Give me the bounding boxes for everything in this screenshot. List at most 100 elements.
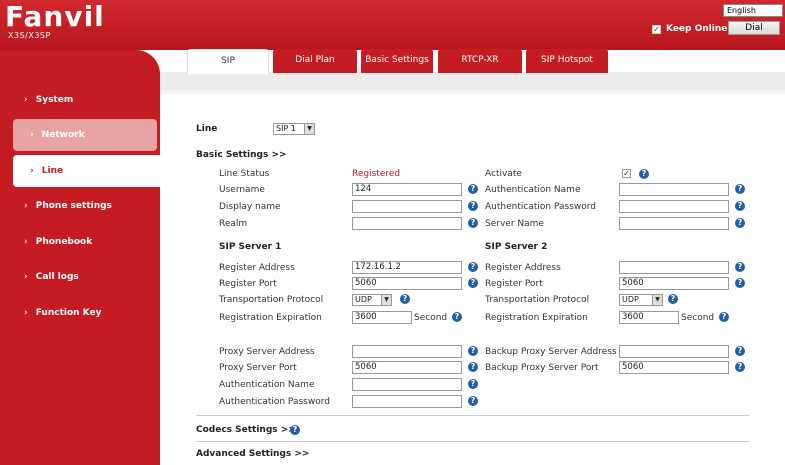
sidebar-item-phonebook[interactable]: › Phonebook (0, 226, 160, 258)
backup-port-label: Backup Proxy Server Port (485, 363, 599, 373)
username-label: Username (219, 185, 265, 195)
tab-bar (160, 72, 785, 90)
proxy-auth-name-label: Authentication Name (219, 380, 315, 390)
tab-sip[interactable]: SIP (187, 49, 269, 74)
proxy-auth-name-input[interactable] (352, 378, 462, 391)
register-address-label: Register Address (219, 263, 295, 273)
display-name-label: Display name (219, 202, 281, 212)
expiration-input-1[interactable]: 3600 (352, 311, 412, 324)
register-address-label-2: Register Address (485, 263, 561, 273)
help-icon[interactable]: ? (452, 312, 462, 322)
server-name-input[interactable] (619, 217, 729, 230)
model-label: X3S/X3SP (8, 31, 51, 40)
codecs-settings-heading[interactable]: Codecs Settings >> (196, 425, 296, 435)
divider (196, 441, 750, 442)
help-icon[interactable]: ? (468, 379, 478, 389)
help-icon[interactable]: ? (468, 201, 478, 211)
auth-name-label: Authentication Name (485, 185, 581, 195)
help-icon[interactable]: ? (468, 396, 478, 406)
line-status-value: Registered (352, 169, 401, 179)
sip-server-2-heading: SIP Server 2 (485, 242, 548, 252)
help-icon[interactable]: ? (468, 184, 478, 194)
proxy-port-label: Proxy Server Port (219, 363, 297, 373)
chevron-down-icon: ▼ (304, 124, 314, 134)
transport-label: Transportation Protocol (219, 295, 324, 305)
basic-settings-heading[interactable]: Basic Settings >> (196, 150, 287, 160)
chevron-down-icon: ▼ (381, 295, 391, 305)
tab-rtcp-xr[interactable]: RTCP-XR (438, 49, 522, 73)
activate-label: Activate (485, 169, 522, 179)
realm-label: Realm (219, 219, 248, 229)
register-port-label-2: Register Port (485, 279, 543, 289)
help-icon[interactable]: ? (735, 346, 745, 356)
language-select[interactable]: English (723, 4, 783, 17)
help-icon[interactable]: ? (468, 278, 478, 288)
fanvil-logo: Fanvil (5, 0, 105, 33)
help-icon[interactable]: ? (735, 278, 745, 288)
keep-online-checkbox[interactable]: ✓ (652, 24, 661, 34)
divider (196, 415, 750, 416)
proxy-address-label: Proxy Server Address (219, 347, 315, 357)
proxy-auth-password-input[interactable] (352, 395, 462, 408)
help-icon[interactable]: ? (400, 294, 410, 304)
sip-server-1-heading: SIP Server 1 (219, 242, 282, 252)
help-icon[interactable]: ? (639, 169, 649, 179)
username-input[interactable]: 124 (352, 183, 462, 196)
proxy-port-input[interactable]: 5060 (352, 361, 462, 374)
line-select[interactable]: SIP 1 ▼ (273, 123, 315, 135)
help-icon[interactable]: ? (735, 218, 745, 228)
second-label: Second (414, 313, 448, 323)
proxy-address-input[interactable] (352, 345, 462, 358)
help-icon[interactable]: ? (735, 201, 745, 211)
transport-label-2: Transportation Protocol (485, 295, 590, 305)
line-label: Line (196, 124, 218, 134)
help-icon[interactable]: ? (468, 262, 478, 272)
backup-port-input[interactable]: 5060 (619, 361, 729, 374)
sidebar-item-system[interactable]: › System (0, 84, 160, 116)
sidebar-item-call-logs[interactable]: › Call logs (0, 261, 160, 293)
sidebar-item-line[interactable]: › Line (13, 155, 160, 187)
help-icon[interactable]: ? (735, 184, 745, 194)
register-address-input-1[interactable]: 172.16.1.2 (352, 261, 462, 274)
transport-select-2[interactable]: UDP ▼ (619, 294, 663, 306)
chevron-down-icon: ▼ (652, 295, 662, 305)
register-port-input-2[interactable]: 5060 (619, 277, 729, 290)
expiration-label: Registration Expiration (219, 313, 322, 323)
advanced-settings-heading[interactable]: Advanced Settings >> (196, 449, 309, 459)
help-icon[interactable]: ? (735, 362, 745, 372)
dial-button[interactable]: Dial (728, 21, 780, 35)
keep-online-label: Keep Online (666, 24, 728, 34)
auth-name-input[interactable] (619, 183, 729, 196)
second-label-2: Second (681, 313, 715, 323)
sidebar-item-network[interactable]: › Network (13, 119, 157, 151)
proxy-auth-password-label: Authentication Password (219, 397, 330, 407)
expiration-label-2: Registration Expiration (485, 313, 588, 323)
help-icon[interactable]: ? (468, 218, 478, 228)
help-icon[interactable]: ? (468, 362, 478, 372)
auth-password-input[interactable] (619, 200, 729, 213)
help-icon[interactable]: ? (735, 262, 745, 272)
transport-select-1[interactable]: UDP ▼ (352, 294, 392, 306)
backup-address-label: Backup Proxy Server Address (485, 347, 617, 357)
activate-checkbox[interactable]: ✓ (622, 169, 631, 178)
tab-dial-plan[interactable]: Dial Plan (273, 49, 357, 73)
tab-basic-settings[interactable]: Basic Settings (361, 49, 433, 73)
server-name-label: Server Name (485, 219, 544, 229)
display-name-input[interactable] (352, 200, 462, 213)
sidebar-item-function-key[interactable]: › Function Key (0, 297, 160, 329)
register-port-input-1[interactable]: 5060 (352, 277, 462, 290)
help-icon[interactable]: ? (468, 346, 478, 356)
keep-online[interactable]: ✓ Keep Online (652, 24, 727, 34)
realm-input[interactable] (352, 217, 462, 230)
register-port-label: Register Port (219, 279, 277, 289)
backup-address-input[interactable] (619, 345, 729, 358)
register-address-input-2[interactable] (619, 261, 729, 274)
tab-sip-hotspot[interactable]: SIP Hotspot (526, 49, 608, 73)
help-icon[interactable]: ? (719, 312, 729, 322)
line-status-label: Line Status (219, 169, 270, 179)
help-icon[interactable]: ? (668, 294, 678, 304)
expiration-input-2[interactable]: 3600 (619, 311, 679, 324)
sidebar-item-phone-settings[interactable]: › Phone settings (0, 190, 160, 222)
help-icon[interactable]: ? (290, 425, 300, 435)
auth-password-label: Authentication Password (485, 202, 596, 212)
